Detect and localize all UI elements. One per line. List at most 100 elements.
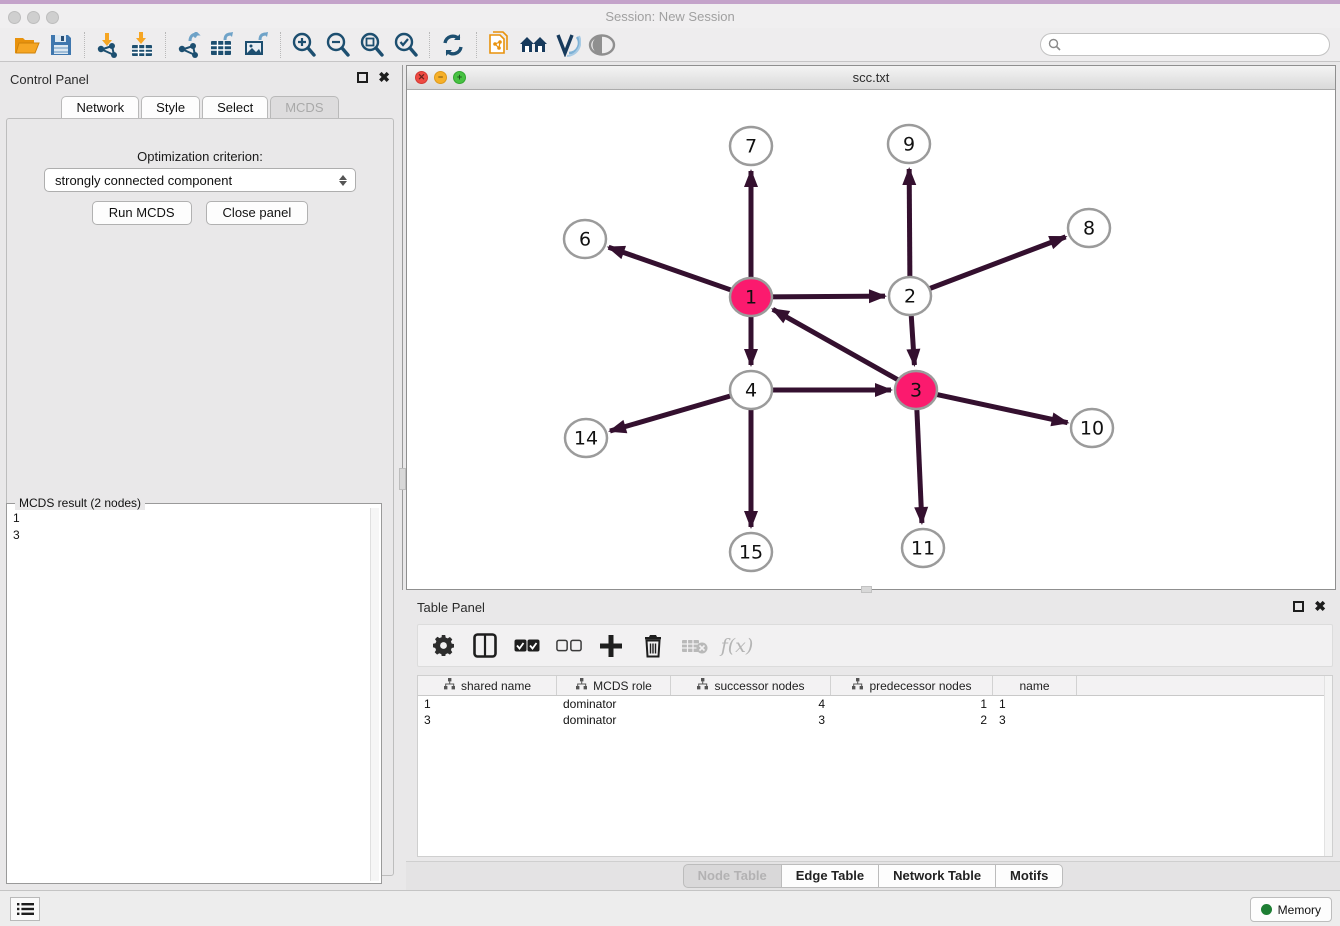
import-table-icon[interactable] <box>125 30 159 60</box>
show-column-icon[interactable] <box>472 633 498 659</box>
zoom-out-icon[interactable] <box>321 30 355 60</box>
tab-network-table[interactable]: Network Table <box>878 864 996 888</box>
column-header-successor-nodes[interactable]: successor nodes <box>671 676 831 695</box>
tab-style[interactable]: Style <box>141 96 200 119</box>
control-panel-title: Control Panel <box>10 72 89 87</box>
tab-mcds[interactable]: MCDS <box>270 96 338 119</box>
select-stepper-icon <box>337 172 349 189</box>
run-mcds-button[interactable]: Run MCDS <box>92 201 192 225</box>
toolbar-separator <box>429 32 430 58</box>
node-label-7: 7 <box>745 136 757 158</box>
mcds-result-text[interactable]: 1 3 <box>9 508 369 881</box>
tab-motifs[interactable]: Motifs <box>995 864 1063 888</box>
table-header-row: shared nameMCDS rolesuccessor nodesprede… <box>418 676 1332 696</box>
close-panel-icon[interactable]: ✖ <box>378 72 390 83</box>
close-panel-button[interactable]: Close panel <box>206 201 309 225</box>
node-label-10: 10 <box>1080 418 1104 440</box>
home-layout-icon[interactable] <box>517 30 551 60</box>
float-panel-icon[interactable] <box>357 72 368 83</box>
column-tree-icon <box>443 678 456 693</box>
vertical-splitter-grip[interactable] <box>399 468 406 490</box>
network-canvas[interactable]: 7968124314101511 <box>407 90 1335 589</box>
edge-2-9[interactable] <box>909 169 910 278</box>
zoom-in-icon[interactable] <box>287 30 321 60</box>
vizmapper-icon[interactable] <box>551 30 585 60</box>
column-settings-gear-icon[interactable] <box>430 633 456 659</box>
cell-name[interactable]: 1 <box>993 696 1077 712</box>
node-label-8: 8 <box>1083 218 1095 240</box>
mcds-result-group: MCDS result (2 nodes) 1 3 <box>6 503 382 884</box>
horizontal-splitter-grip[interactable] <box>861 586 872 593</box>
column-header-MCDS-role[interactable]: MCDS role <box>557 676 671 695</box>
column-header-predecessor-nodes[interactable]: predecessor nodes <box>831 676 993 695</box>
show-hide-graphics-icon[interactable] <box>585 30 619 60</box>
edge-4-14[interactable] <box>610 395 734 431</box>
zoom-fit-icon[interactable] <box>355 30 389 60</box>
save-session-icon[interactable] <box>44 30 78 60</box>
clone-network-icon[interactable] <box>483 30 517 60</box>
titlebar: Session: New Session <box>0 4 1340 28</box>
deselect-all-checks-icon[interactable] <box>556 633 582 659</box>
import-network-icon[interactable] <box>91 30 125 60</box>
column-tree-icon <box>696 678 709 693</box>
edge-2-8[interactable] <box>927 237 1066 290</box>
float-table-panel-icon[interactable] <box>1293 601 1304 612</box>
optimization-criterion-label: Optimization criterion: <box>0 149 400 164</box>
add-row-icon[interactable] <box>598 633 624 659</box>
tab-network[interactable]: Network <box>61 96 139 119</box>
node-label-2: 2 <box>904 286 916 308</box>
table-scrollbar[interactable] <box>1324 676 1332 856</box>
zoom-selected-icon[interactable] <box>389 30 423 60</box>
network-view-window: ✕ − + scc.txt 7968124314101511 <box>406 65 1336 590</box>
close-table-panel-icon[interactable]: ✖ <box>1314 601 1326 612</box>
result-scrollbar[interactable] <box>370 508 379 881</box>
cell-predecessor-nodes[interactable]: 1 <box>831 696 993 712</box>
delete-table-icon[interactable] <box>682 633 708 659</box>
edge-3-11[interactable] <box>917 408 922 523</box>
edge-1-2[interactable] <box>769 296 885 297</box>
tab-select[interactable]: Select <box>202 96 268 119</box>
memory-button[interactable]: Memory <box>1250 897 1332 922</box>
select-all-checks-icon[interactable] <box>514 633 540 659</box>
network-window-titlebar[interactable]: ✕ − + scc.txt <box>407 66 1335 90</box>
refresh-view-icon[interactable] <box>436 30 470 60</box>
edge-3-10[interactable] <box>934 394 1068 423</box>
delete-row-trash-icon[interactable] <box>640 633 666 659</box>
export-network-icon[interactable] <box>172 30 206 60</box>
memory-label: Memory <box>1278 903 1321 917</box>
export-table-icon[interactable] <box>206 30 240 60</box>
node-label-11: 11 <box>911 538 935 560</box>
selected-criterion: strongly connected component <box>55 173 232 188</box>
table-row[interactable]: 3dominator323 <box>418 712 1332 728</box>
network-graph[interactable]: 7968124314101511 <box>407 90 1335 589</box>
tab-node-table[interactable]: Node Table <box>683 864 782 888</box>
tab-edge-table[interactable]: Edge Table <box>781 864 879 888</box>
cell-successor-nodes[interactable]: 3 <box>671 712 831 728</box>
table-panel: Table Panel ✖ <box>406 595 1340 890</box>
table-row[interactable]: 1dominator411 <box>418 696 1332 712</box>
toolbar-separator <box>165 32 166 58</box>
column-header-name[interactable]: name <box>993 676 1077 695</box>
optimization-criterion-select[interactable]: strongly connected component <box>44 168 356 192</box>
edge-3-1[interactable] <box>773 309 901 381</box>
cell-MCDS-role[interactable]: dominator <box>557 712 671 728</box>
edge-1-6[interactable] <box>609 247 734 291</box>
edge-2-3[interactable] <box>911 314 914 365</box>
cell-shared-name[interactable]: 1 <box>418 696 557 712</box>
cell-predecessor-nodes[interactable]: 2 <box>831 712 993 728</box>
toolbar-separator <box>84 32 85 58</box>
node-label-1: 1 <box>745 287 757 309</box>
open-session-icon[interactable] <box>10 30 44 60</box>
cell-MCDS-role[interactable]: dominator <box>557 696 671 712</box>
column-header-shared-name[interactable]: shared name <box>418 676 557 695</box>
export-image-icon[interactable] <box>240 30 274 60</box>
control-panel-tabs: NetworkStyleSelectMCDS <box>0 96 400 119</box>
cell-name[interactable]: 3 <box>993 712 1077 728</box>
task-history-button[interactable] <box>10 897 40 921</box>
search-input[interactable] <box>1065 38 1315 52</box>
cell-successor-nodes[interactable]: 4 <box>671 696 831 712</box>
search-field[interactable] <box>1040 33 1330 56</box>
table-toolbar: f(x) <box>417 624 1333 667</box>
cell-shared-name[interactable]: 3 <box>418 712 557 728</box>
function-builder-icon[interactable]: f(x) <box>724 633 750 659</box>
